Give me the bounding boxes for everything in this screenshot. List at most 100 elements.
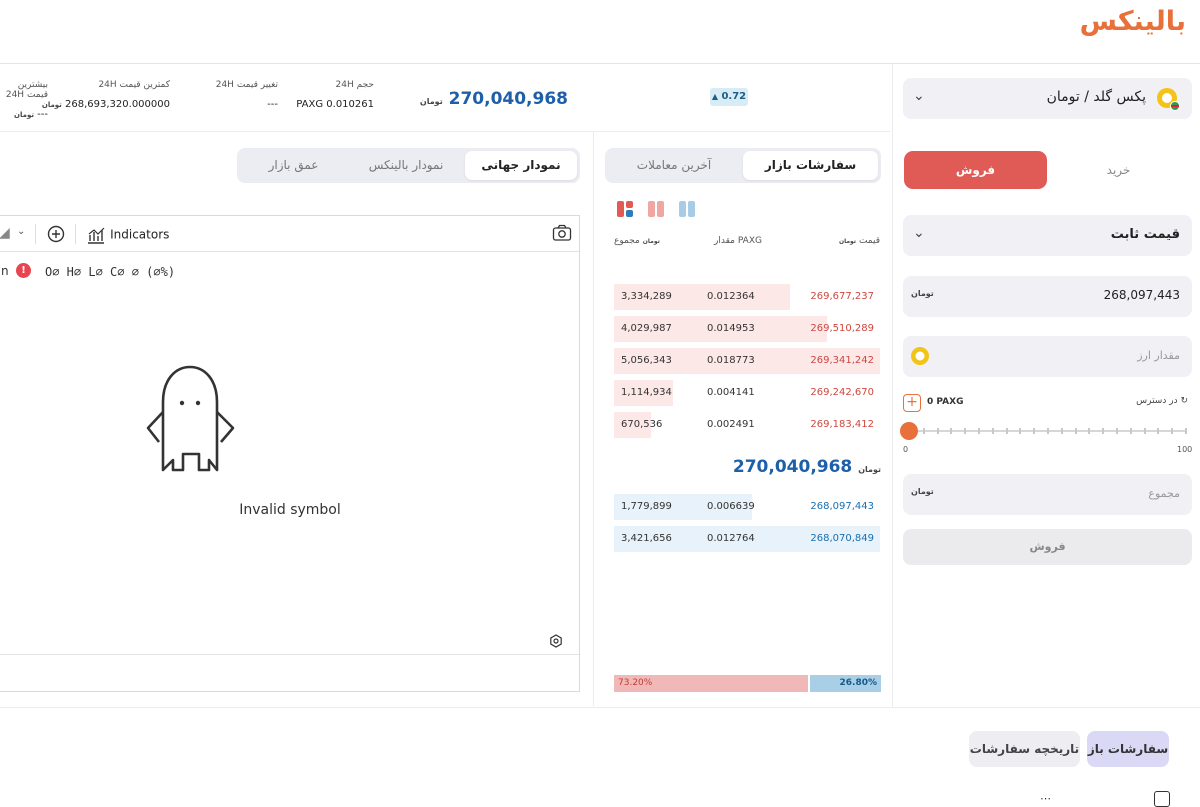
ask-row[interactable]: 3,334,289 0.012364 269,677,237 — [614, 284, 880, 310]
stat-label: کمترین قیمت 24H — [98, 80, 170, 90]
chevron-down-icon: ⌄ — [913, 88, 925, 104]
camera-icon[interactable] — [552, 224, 572, 242]
view-sells-icon[interactable] — [647, 200, 665, 218]
toman-icon: تومان — [911, 487, 934, 496]
stat-label: بیشترین قیمت 24H — [5, 80, 48, 100]
row-price: 269,677,237 — [810, 291, 874, 302]
stat-value: --- — [267, 99, 278, 110]
row-total: 3,421,656 — [621, 533, 672, 544]
ticker-stats: حجم 24H PAXG 0.010261 تغییر قیمت 24H ---… — [0, 64, 890, 132]
view-buys-icon[interactable] — [678, 200, 696, 218]
divider — [0, 707, 1200, 708]
tab-market-orders[interactable]: سفارشات بازار — [743, 151, 878, 180]
amount-placeholder: مقدار ارز — [1137, 349, 1180, 362]
tab-last-trades[interactable]: آخرین معاملات — [608, 151, 740, 180]
top-bar: بالینکس — [0, 0, 1200, 64]
order-type-select[interactable]: قیمت ثابت ⌄ — [903, 215, 1192, 256]
market-selector[interactable]: پکس گلد / تومان ⌄ — [903, 78, 1192, 119]
slider-min: 0 — [903, 445, 909, 454]
slider-tick — [1116, 428, 1118, 434]
row-amount: 0.012364 — [707, 291, 755, 302]
mid-price: تومان 270,040,968 — [732, 457, 881, 477]
filter-checkbox[interactable] — [1154, 791, 1170, 807]
error-icon: ! — [16, 263, 31, 278]
sell-tab[interactable]: فروش — [904, 151, 1047, 189]
add-balance-button[interactable]: + — [903, 394, 921, 412]
slider-tick — [1157, 428, 1160, 434]
chevron-down-icon[interactable]: ⌄ — [17, 226, 25, 237]
slider-tick — [964, 428, 967, 434]
chart-type-icon[interactable]: ◢ — [0, 225, 10, 241]
view-both-icon[interactable] — [616, 200, 634, 218]
arrow-up-icon: ▲ — [711, 92, 718, 101]
price-field[interactable]: 268,097,443 تومان — [903, 276, 1192, 317]
bid-row[interactable]: 3,421,656 0.012764 268,070,849 — [614, 526, 880, 552]
row-price: 268,070,849 — [810, 533, 874, 544]
row-total: 5,056,343 — [621, 355, 672, 366]
chevron-down-icon: ⌄ — [913, 225, 925, 241]
ask-row[interactable]: 670,536 0.002491 269,183,412 — [614, 412, 880, 438]
total-field[interactable]: مجموع تومان — [903, 474, 1192, 515]
row-total: 670,536 — [621, 419, 663, 430]
ask-row[interactable]: 4,029,987 0.014953 269,510,289 — [614, 316, 880, 342]
slider-thumb[interactable] — [900, 422, 918, 440]
slider-tick — [950, 428, 953, 434]
ohlc-readout: O∅ H∅ L∅ C∅ ∅ (∅%) — [45, 265, 176, 279]
toman-icon: تومان — [911, 289, 934, 298]
order-type-label: قیمت ثابت — [1110, 227, 1180, 242]
slider-tick — [1185, 428, 1187, 434]
row-price: 269,510,289 — [810, 323, 874, 334]
slider-tick — [1171, 428, 1174, 434]
tab-order-history[interactable]: تاریخچه سفارشات — [969, 731, 1080, 767]
sell-ratio-bar: 73.20% — [614, 675, 808, 692]
slider-tick — [1074, 428, 1077, 434]
row-amount: 0.012764 — [707, 533, 755, 544]
slider-tick — [1033, 428, 1036, 434]
toman-icon: تومان — [419, 97, 443, 106]
refresh-icon[interactable]: ↻ — [1180, 396, 1188, 406]
stat-label: تغییر قیمت 24H — [215, 80, 278, 90]
slider-tick — [1088, 428, 1091, 434]
brand-logo[interactable]: بالینکس — [1080, 6, 1187, 37]
chart-tabs: نمودار جهانی نمودار بالینکس عمق بازار — [237, 148, 580, 183]
paxg-coin-icon — [911, 347, 929, 365]
row-amount: 0.018773 — [707, 355, 755, 366]
row-price: 268,097,443 — [810, 501, 874, 512]
divider — [35, 224, 36, 244]
ask-row[interactable]: 5,056,343 0.018773 269,341,242 — [614, 348, 880, 374]
slider-tick — [1143, 428, 1146, 434]
header-price: قیمت تومان — [838, 236, 880, 246]
divider — [593, 132, 594, 706]
tab-open-orders[interactable]: سفارشات باز — [1087, 731, 1169, 767]
ask-row[interactable]: 1,114,934 0.004141 269,242,670 — [614, 380, 880, 406]
buy-tab[interactable]: خرید — [1047, 151, 1190, 189]
stat-high: بیشترین قیمت 24H --- تومان — [0, 80, 48, 120]
slider-max: 100 — [1177, 445, 1193, 454]
bid-row[interactable]: 1,779,899 0.006639 268,097,443 — [614, 494, 880, 520]
stat-volume: حجم 24H PAXG 0.010261 — [296, 80, 374, 110]
slider-tick — [1129, 428, 1132, 434]
orderbook-tabs: سفارشات بازار آخرین معاملات — [605, 148, 881, 183]
chart-panel: ◢ ⌄ Indicators n ! O∅ H∅ L∅ C∅ ∅ (∅%) In… — [0, 215, 580, 692]
indicators-icon — [88, 227, 105, 244]
slider-tick — [1102, 428, 1105, 434]
add-icon[interactable] — [47, 225, 65, 243]
amount-field[interactable]: مقدار ارز — [903, 336, 1192, 377]
slider-tick — [978, 428, 980, 434]
tab-global-chart[interactable]: نمودار جهانی — [465, 151, 577, 180]
settings-icon[interactable] — [549, 634, 563, 648]
available-value: 0 PAXG — [927, 397, 964, 407]
slider-tick — [936, 428, 939, 434]
market-name: پکس گلد / تومان — [1046, 89, 1146, 105]
tab-market-depth[interactable]: عمق بازار — [240, 151, 347, 180]
slider-tick — [1060, 428, 1063, 434]
indicators-button[interactable]: Indicators — [87, 224, 169, 244]
submit-sell-button[interactable]: فروش — [903, 529, 1192, 565]
last-price: 270,040,968 تومان — [419, 89, 568, 109]
available-label: ↻ در دسترس — [1136, 396, 1188, 406]
tab-balinex-chart[interactable]: نمودار بالینکس — [350, 151, 462, 180]
buy-ratio-bar: 26.80% — [810, 675, 881, 692]
divider — [75, 224, 76, 244]
toman-icon: تومان — [14, 111, 34, 119]
row-amount: 0.014953 — [707, 323, 755, 334]
